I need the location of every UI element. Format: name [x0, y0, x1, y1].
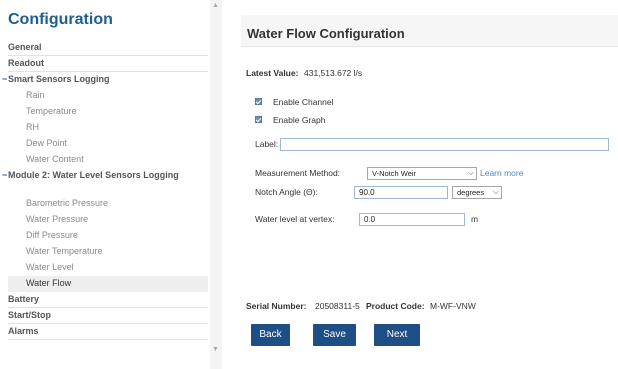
- sidebar-item-general[interactable]: General: [8, 40, 208, 56]
- enable-graph-label: Enable Graph: [273, 115, 326, 125]
- notch-unit-select[interactable]: degrees ⌵: [452, 186, 502, 199]
- sidebar-item-water-flow[interactable]: Water Flow: [8, 276, 208, 292]
- vertex-level-input[interactable]: [359, 213, 465, 226]
- sidebar-group-label: Module 2: Water Level Sensors Logging: [8, 170, 179, 180]
- latest-value-label: Latest Value:: [246, 68, 299, 78]
- sidebar-item-water-content[interactable]: Water Content: [8, 152, 208, 168]
- sidebar-item-water-temperature[interactable]: Water Temperature: [8, 244, 208, 260]
- back-button[interactable]: Back: [251, 324, 290, 346]
- chevron-down-icon: ⌵: [467, 168, 474, 177]
- next-button[interactable]: Next: [374, 324, 420, 346]
- collapse-icon[interactable]: −: [2, 72, 7, 86]
- notch-angle-input[interactable]: [354, 186, 448, 199]
- sidebar-item-alarms[interactable]: Alarms: [8, 324, 208, 340]
- collapse-icon[interactable]: −: [2, 170, 7, 181]
- serial-number-label: Serial Number:: [246, 301, 307, 311]
- sidebar-item-temperature[interactable]: Temperature: [8, 104, 208, 120]
- latest-value: 431,513.672 l/s: [304, 68, 363, 78]
- sidebar: Configuration General Readout − Smart Se…: [0, 0, 222, 369]
- vertex-level-unit: m: [471, 214, 479, 224]
- scroll-up-icon[interactable]: ▲: [212, 2, 219, 9]
- sidebar-item-rh[interactable]: RH: [8, 120, 208, 136]
- measurement-method-label: Measurement Method:: [255, 168, 341, 178]
- enable-graph-checkbox[interactable]: [255, 116, 262, 123]
- learn-more-link[interactable]: Learn more: [480, 168, 523, 178]
- sidebar-scrollbar[interactable]: [210, 0, 222, 369]
- chevron-down-icon: ⌵: [492, 187, 499, 196]
- sidebar-item-rain[interactable]: Rain: [8, 88, 208, 104]
- sidebar-item-water-pressure[interactable]: Water Pressure: [8, 212, 208, 228]
- measurement-method-select[interactable]: V-Notch Weir ⌵: [367, 167, 477, 180]
- label-input[interactable]: [280, 138, 609, 151]
- enable-channel-label: Enable Channel: [273, 97, 334, 107]
- sidebar-item-dew-point[interactable]: Dew Point: [8, 136, 208, 152]
- vertex-level-label: Water level at vertex:: [255, 214, 335, 224]
- sidebar-item-diff-pressure[interactable]: Diff Pressure: [8, 228, 208, 244]
- sidebar-item-barometric-pressure[interactable]: Barometric Pressure: [8, 196, 208, 212]
- sidebar-item-battery[interactable]: Battery: [8, 292, 208, 308]
- notch-unit-value: degrees: [457, 188, 485, 197]
- sidebar-group-label: Smart Sensors Logging: [8, 74, 110, 84]
- sidebar-title: Configuration: [8, 11, 113, 28]
- sidebar-item-readout[interactable]: Readout: [8, 56, 208, 72]
- sidebar-group-smart-sensors[interactable]: − Smart Sensors Logging: [2, 72, 208, 88]
- scroll-down-icon[interactable]: ▼: [212, 346, 219, 353]
- save-button[interactable]: Save: [313, 324, 356, 346]
- measurement-method-value: V-Notch Weir: [372, 169, 417, 178]
- notch-angle-label: Notch Angle (Θ):: [255, 187, 318, 197]
- product-code-label: Product Code:: [366, 301, 425, 311]
- panel-title: Water Flow Configuration: [247, 26, 405, 41]
- sidebar-item-start-stop[interactable]: Start/Stop: [8, 308, 208, 324]
- app-window: Configuration General Readout − Smart Se…: [0, 0, 618, 369]
- sidebar-item-water-level[interactable]: Water Level: [8, 260, 208, 276]
- sidebar-menu: General Readout − Smart Sensors Logging …: [2, 40, 208, 340]
- enable-channel-checkbox[interactable]: [255, 98, 262, 105]
- sidebar-group-module-2[interactable]: − Module 2: Water Level Sensors Logging: [2, 168, 208, 196]
- serial-number-value: 20508311-5: [315, 301, 360, 311]
- label-label: Label:: [255, 139, 279, 149]
- product-code-value: M-WF-VNW: [430, 301, 476, 311]
- panel-header: Water Flow Configuration: [241, 15, 618, 47]
